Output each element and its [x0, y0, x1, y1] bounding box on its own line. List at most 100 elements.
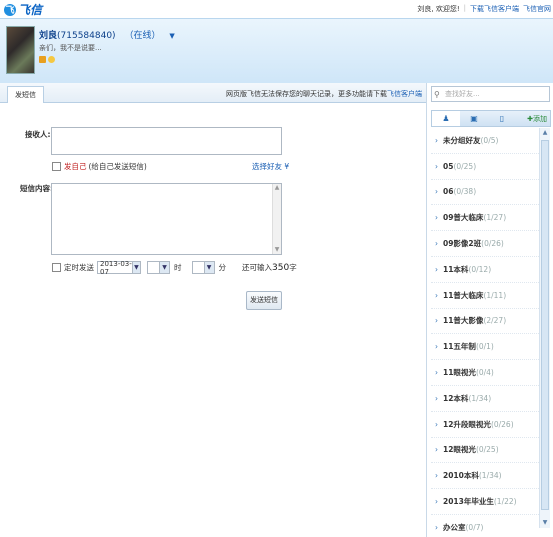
tab-groups[interactable]: ▣: [460, 111, 488, 126]
group-name: 05: [443, 161, 454, 171]
send-to-self-checkbox[interactable]: [52, 162, 61, 171]
chevron-right-icon: ›: [435, 316, 438, 326]
receiver-input[interactable]: [51, 127, 282, 155]
notice-text: 网页版飞信无法保存您的聊天记录，更多功能请下载: [226, 90, 387, 98]
date-value: 2013-03-07: [100, 259, 132, 276]
app-logo[interactable]: 飞 飞信: [4, 1, 42, 18]
profile-header: 刘良(715584840) （在线） ▼ 亲们，我不是说要...: [0, 18, 553, 84]
phone-icon: ▯: [499, 114, 505, 123]
send-to-self-label[interactable]: 发自己: [64, 161, 87, 172]
contact-group[interactable]: › 2013年毕业生 (1/22): [431, 489, 539, 515]
contact-group[interactable]: › 未分组好友 (0/5): [431, 128, 539, 154]
send-sms-button[interactable]: 发送短信: [246, 291, 282, 310]
group-name: 2013年毕业生: [443, 497, 494, 507]
contact-group[interactable]: › 09影像2班 (0/26): [431, 231, 539, 257]
vip-icon[interactable]: [48, 56, 55, 63]
group-online-count: (0/26): [490, 419, 514, 429]
group-name: 12眼视光: [443, 445, 476, 455]
group-online-count: (0/25): [453, 161, 477, 171]
profile-icons: [39, 56, 55, 63]
sidebar-scrollbar[interactable]: ▲ ▼: [539, 128, 550, 528]
send-to-self-row: 发自己 (给自己发送短信): [52, 161, 147, 172]
logo-text: 飞信: [18, 3, 43, 17]
contact-group[interactable]: › 06 (0/38): [431, 180, 539, 206]
chevron-right-icon: ›: [435, 264, 438, 274]
group-online-count: (0/1): [475, 342, 494, 352]
tab-recent[interactable]: ▯: [488, 111, 516, 126]
avatar[interactable]: [6, 26, 35, 74]
contact-group[interactable]: › 11本科 (0/12): [431, 257, 539, 283]
textarea-scrollbar[interactable]: ▲ ▼: [272, 184, 281, 254]
group-name: 11五年制: [443, 342, 476, 352]
scheduled-send-checkbox[interactable]: [52, 263, 61, 272]
sms-content-textarea[interactable]: ▲ ▼: [51, 183, 282, 255]
chevron-down-icon[interactable]: ▼: [131, 262, 140, 273]
chevron-right-icon: ›: [435, 187, 438, 197]
group-name: 12升段眼视光: [443, 419, 491, 429]
tab-friends[interactable]: ♟: [432, 111, 460, 126]
top-bar: 飞 飞信 刘良, 欢迎您! | 下载飞信客户端 飞信官网: [0, 0, 553, 18]
group-online-count: (0/5): [480, 135, 499, 145]
contact-group[interactable]: › 11眼视光 (0/4): [431, 360, 539, 386]
official-site-link[interactable]: 飞信官网: [523, 4, 551, 14]
group-name: 办公室: [443, 522, 466, 532]
group-name: 06: [443, 187, 454, 197]
scroll-down-icon[interactable]: ▼: [540, 518, 550, 528]
contact-group[interactable]: › 11普大影像 (2/27): [431, 309, 539, 335]
group-online-count: (1/11): [483, 290, 507, 300]
contact-group[interactable]: › 11普大临床 (1/11): [431, 283, 539, 309]
add-friend-button[interactable]: ✚ 添加: [527, 111, 550, 126]
user-signature[interactable]: 亲们，我不是说要...: [39, 43, 102, 53]
scroll-up-icon[interactable]: ▲: [273, 184, 281, 192]
group-name: 09普大临床: [443, 213, 484, 223]
client-download-link[interactable]: 飞信客户端: [387, 90, 422, 98]
fetion-logo-icon: 飞: [4, 3, 16, 16]
scroll-thumb[interactable]: [541, 140, 549, 510]
chevron-right-icon: ›: [435, 239, 438, 249]
minute-select[interactable]: ▼: [191, 261, 215, 274]
contact-group[interactable]: › 2010本科 (1/34): [431, 463, 539, 490]
chevron-right-icon: ›: [435, 290, 438, 300]
user-name: 刘良: [39, 31, 58, 41]
contact-group[interactable]: › 12本科 (1/34): [431, 386, 539, 412]
contact-group[interactable]: › 11五年制 (0/1): [431, 334, 539, 361]
group-online-count: (1/22): [493, 497, 517, 507]
hour-select[interactable]: ▼: [147, 261, 170, 274]
group-name: 09影像2班: [443, 239, 482, 249]
send-to-self-note: (给自己发送短信): [88, 162, 147, 171]
contact-group[interactable]: › 09普大临床 (1/27): [431, 205, 539, 232]
compose-panel: 发短信 网页版飞信无法保存您的聊天记录，更多功能请下载飞信客户端 接收人: 发自…: [0, 83, 427, 537]
group-name: 11本科: [443, 264, 469, 274]
chevron-right-icon: ›: [435, 445, 438, 455]
friend-search-input[interactable]: ⚲ 查找好友...: [431, 86, 550, 102]
contact-group[interactable]: › 办公室 (0/7): [431, 515, 539, 534]
scroll-down-icon[interactable]: ▼: [273, 246, 281, 254]
group-online-count: (1/34): [478, 471, 502, 481]
group-online-count: (0/12): [468, 264, 492, 274]
scroll-up-icon[interactable]: ▲: [540, 128, 550, 138]
online-status[interactable]: （在线）: [124, 31, 160, 41]
remaining-suffix: 字: [289, 263, 297, 272]
select-friends-link[interactable]: 选择好友 ¥: [252, 161, 289, 172]
date-select[interactable]: 2013-03-07 ▼: [97, 259, 141, 276]
group-online-count: (1/27): [483, 213, 507, 223]
group-online-count: (0/38): [453, 187, 477, 197]
group-online-count: (0/25): [475, 445, 499, 455]
download-client-link[interactable]: 下载飞信客户端: [470, 4, 519, 14]
chevron-down-icon[interactable]: ▼: [159, 262, 169, 273]
contacts-sidebar: ⚲ 查找好友... ♟ ▣ ▯ ✚ 添加 › 未分组好友 (0/5) › 05 (0/25)…: [427, 83, 553, 537]
chevron-down-icon[interactable]: ▼: [169, 32, 174, 40]
chevron-down-icon[interactable]: ▼: [203, 262, 214, 273]
level-icon[interactable]: [39, 56, 46, 63]
profile-name-row: 刘良(715584840) （在线） ▼: [39, 28, 175, 41]
contact-group[interactable]: › 12升段眼视光 (0/26): [431, 412, 539, 438]
chevron-right-icon: ›: [435, 342, 438, 352]
tab-send-sms[interactable]: 发短信: [7, 86, 44, 103]
minute-unit: 分: [218, 263, 227, 272]
chevron-right-icon: ›: [435, 368, 438, 378]
search-icon: ⚲: [434, 89, 440, 99]
group-name: 11普大临床: [443, 290, 484, 300]
contact-group[interactable]: › 12眼视光 (0/25): [431, 438, 539, 464]
contact-group[interactable]: › 05 (0/25): [431, 154, 539, 180]
select-friends-label: 选择好友: [252, 162, 282, 171]
